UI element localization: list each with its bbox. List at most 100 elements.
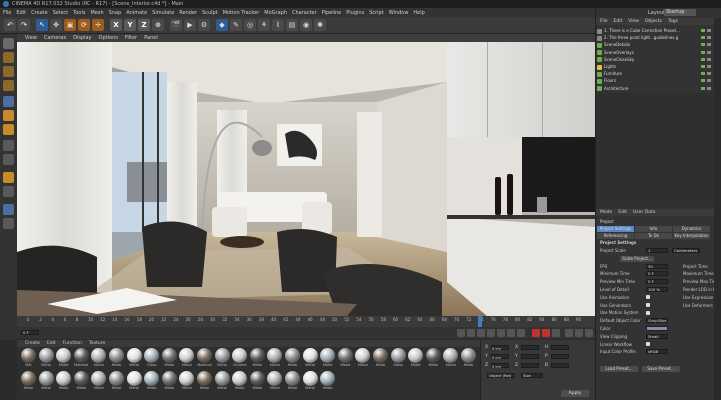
menu-sculpt[interactable]: Sculpt bbox=[202, 10, 218, 16]
menu-character[interactable]: Character bbox=[292, 10, 317, 16]
visibility-dots-icon[interactable] bbox=[701, 57, 711, 61]
material-swatch[interactable]: Metal bbox=[407, 348, 424, 370]
workplane-lock-icon[interactable] bbox=[3, 186, 14, 197]
material-swatch[interactable]: Metal bbox=[55, 348, 72, 370]
menu-script[interactable]: Script bbox=[369, 10, 384, 16]
coord-mode-select[interactable]: Object (Rel) bbox=[487, 373, 515, 378]
viewport-menu-filter[interactable]: Filter bbox=[125, 35, 137, 41]
menu-animate[interactable]: Animate bbox=[126, 10, 147, 16]
keyframe-selection-icon[interactable] bbox=[552, 329, 560, 337]
material-swatch[interactable]: Metal bbox=[90, 348, 107, 370]
size-y-field[interactable] bbox=[521, 354, 539, 359]
object-row[interactable]: 1. There is a Cube Correction Preset... bbox=[597, 27, 713, 34]
texture-mode-icon[interactable] bbox=[3, 66, 14, 77]
menu-edit[interactable]: Edit bbox=[16, 10, 26, 16]
next-key-icon[interactable] bbox=[507, 329, 515, 337]
attribute-menu-mode[interactable]: Mode bbox=[600, 210, 612, 215]
setting-unit-select[interactable]: Centimeters bbox=[672, 248, 700, 253]
setting-checkbox[interactable] bbox=[646, 342, 650, 347]
material-swatch[interactable]: Mat bbox=[20, 348, 37, 370]
tab-project-settings[interactable]: Project Settings bbox=[597, 226, 634, 232]
y-axis-button[interactable]: Y bbox=[124, 19, 136, 31]
edges-mode-icon[interactable] bbox=[3, 110, 14, 121]
material-swatch[interactable]: Wood bbox=[337, 348, 354, 370]
snap-icon[interactable] bbox=[3, 172, 14, 183]
rotate-tool-icon[interactable]: ⟳ bbox=[78, 19, 90, 31]
scale-tool-icon[interactable]: ▣ bbox=[64, 19, 76, 31]
pos-z-field[interactable]: 0 cm bbox=[491, 363, 509, 369]
play-icon[interactable] bbox=[487, 329, 495, 337]
material-swatch[interactable]: Glass bbox=[390, 348, 407, 370]
polygons-mode-icon[interactable] bbox=[3, 124, 14, 135]
visibility-dots-icon[interactable] bbox=[701, 79, 711, 83]
viewport-menu-cameras[interactable]: Cameras bbox=[44, 35, 66, 41]
visibility-dots-icon[interactable] bbox=[701, 50, 711, 54]
visibility-dots-icon[interactable] bbox=[701, 29, 711, 32]
viewport-menu-display[interactable]: Display bbox=[73, 35, 91, 41]
setting-value-field[interactable]: 1 bbox=[646, 248, 668, 253]
next-frame-icon[interactable] bbox=[497, 329, 505, 337]
material-swatch[interactable]: Metal bbox=[126, 371, 143, 393]
object-row[interactable]: 2. The three point light...guidelines.g bbox=[597, 34, 713, 41]
menu-pipeline[interactable]: Pipeline bbox=[322, 10, 342, 16]
setting-value-field[interactable]: 100 % bbox=[646, 287, 668, 292]
guide-icon[interactable] bbox=[3, 218, 14, 229]
menu-mesh[interactable]: Mesh bbox=[90, 10, 103, 16]
pos-x-field[interactable]: 0 cm bbox=[491, 345, 509, 351]
setting-value-field[interactable]: 0 F bbox=[646, 271, 668, 277]
make-editable-icon[interactable] bbox=[3, 38, 14, 49]
coordinate-system-icon[interactable]: ⊕ bbox=[152, 19, 164, 31]
material-swatch[interactable]: Material bbox=[73, 348, 90, 370]
render-picture-viewer-icon[interactable]: ▶ bbox=[184, 19, 196, 31]
setting-value-field[interactable]: Gray-Blue bbox=[646, 318, 668, 324]
object-menu-file[interactable]: File bbox=[600, 19, 608, 24]
object-row[interactable]: SceneDetails bbox=[597, 41, 713, 48]
goto-end-icon[interactable] bbox=[517, 329, 525, 337]
menu-create[interactable]: Create bbox=[31, 10, 48, 16]
object-row[interactable]: SceneCloseSky bbox=[597, 56, 713, 63]
material-swatch[interactable]: Glass bbox=[143, 348, 160, 370]
tab-info[interactable]: Info bbox=[635, 226, 672, 232]
load-preset-button[interactable]: Load Preset... bbox=[600, 366, 638, 372]
material-swatch[interactable]: Metal bbox=[178, 371, 195, 393]
setting-value-field[interactable]: 30 bbox=[646, 263, 668, 269]
viewport-menu-view[interactable]: View bbox=[25, 35, 37, 41]
material-swatch[interactable]: Metal bbox=[108, 348, 125, 370]
setting-value-field[interactable]: 0 F bbox=[646, 279, 668, 285]
object-menu-objects[interactable]: Objects bbox=[645, 19, 662, 24]
rot-h-field[interactable] bbox=[551, 345, 569, 350]
material-swatch[interactable]: Metal bbox=[231, 371, 248, 393]
apply-button[interactable]: Apply bbox=[561, 390, 589, 397]
menu-snap[interactable]: Snap bbox=[109, 10, 122, 16]
material-swatch[interactable]: Metal bbox=[108, 371, 125, 393]
spline-icon[interactable]: ✎ bbox=[230, 19, 242, 31]
model-mode-icon[interactable] bbox=[3, 52, 14, 63]
object-row[interactable]: Architecture bbox=[597, 85, 713, 92]
rot-b-field[interactable] bbox=[551, 363, 569, 368]
material-swatch[interactable]: Metal bbox=[319, 371, 336, 393]
render-settings-icon[interactable]: ⚙ bbox=[198, 19, 210, 31]
menu-window[interactable]: Window bbox=[389, 10, 409, 16]
tab-dynamics[interactable]: Dynamics bbox=[673, 226, 710, 232]
menu-mograph[interactable]: MoGraph bbox=[264, 10, 287, 16]
menu-help[interactable]: Help bbox=[413, 10, 424, 16]
material-swatch[interactable]: Metal bbox=[354, 348, 371, 370]
setting-value-field[interactable]: sRGB bbox=[646, 349, 668, 355]
position-key-icon[interactable] bbox=[565, 329, 573, 337]
menu-motion-tracker[interactable]: Motion Tracker bbox=[223, 10, 260, 16]
material-swatch[interactable]: Metal bbox=[425, 348, 442, 370]
select-tool-icon[interactable]: ↖ bbox=[36, 19, 48, 31]
tab-to-do[interactable]: To Do bbox=[635, 233, 672, 239]
material-swatch[interactable]: Metal bbox=[38, 348, 55, 370]
menu-simulate[interactable]: Simulate bbox=[152, 10, 174, 16]
visibility-dots-icon[interactable] bbox=[701, 43, 711, 47]
material-swatch[interactable]: Metal bbox=[372, 348, 389, 370]
material-swatch[interactable]: Metal bbox=[214, 371, 231, 393]
autokey-icon[interactable] bbox=[542, 329, 550, 337]
menu-file[interactable]: File bbox=[3, 10, 11, 16]
add-tool-icon[interactable]: ✛ bbox=[92, 19, 104, 31]
menu-select[interactable]: Select bbox=[53, 10, 68, 16]
scale-project-button[interactable]: Scale Project... bbox=[620, 255, 654, 262]
setting-checkbox[interactable] bbox=[646, 303, 650, 308]
tweak-icon[interactable] bbox=[3, 154, 14, 165]
